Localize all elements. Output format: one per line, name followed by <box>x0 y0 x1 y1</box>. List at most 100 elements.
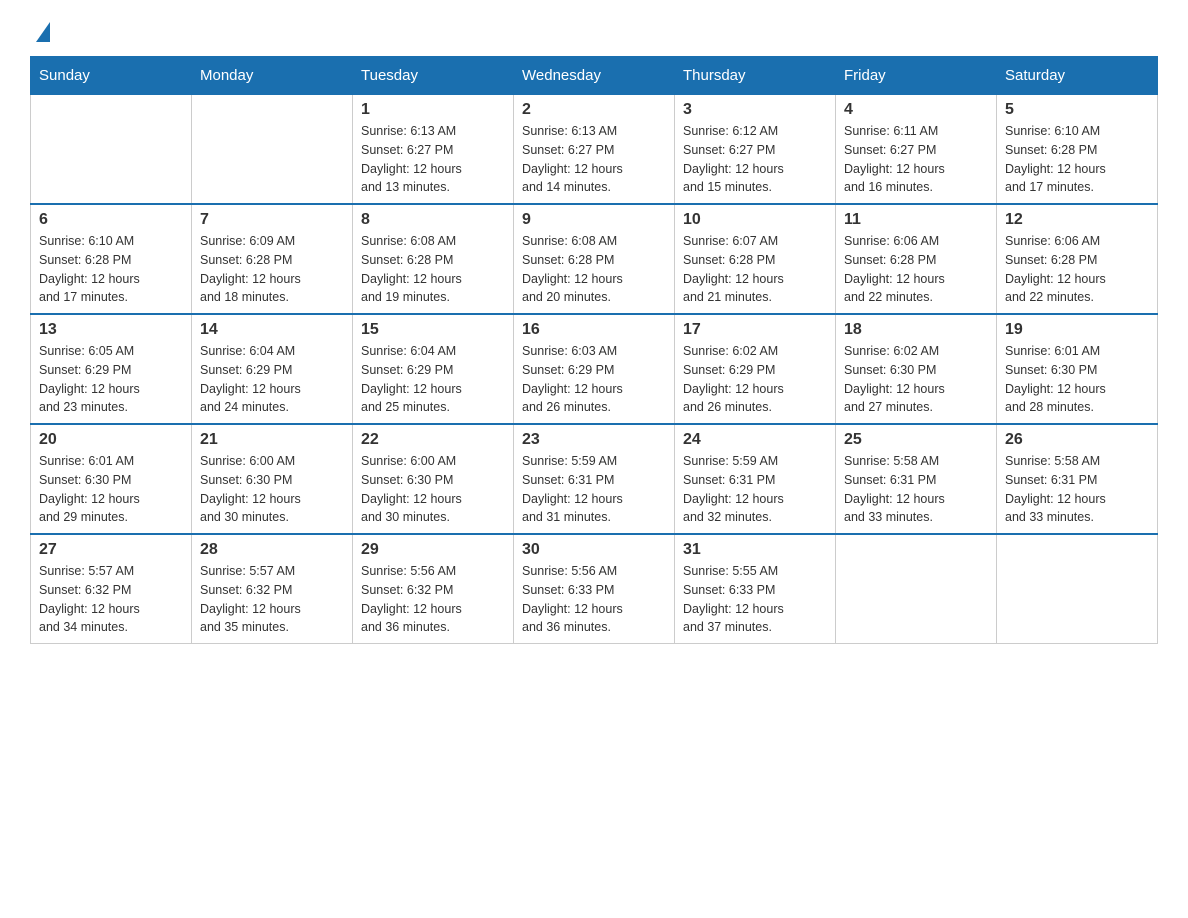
calendar-cell: 10 Sunrise: 6:07 AM Sunset: 6:28 PM Dayli… <box>675 204 836 314</box>
calendar-cell: 19 Sunrise: 6:01 AM Sunset: 6:30 PM Dayli… <box>997 314 1158 424</box>
day-number: 29 <box>361 541 505 559</box>
day-number: 4 <box>844 101 988 119</box>
day-info: Sunrise: 5:56 AM Sunset: 6:32 PM Dayligh… <box>361 562 505 637</box>
calendar-week-row: 1 Sunrise: 6:13 AM Sunset: 6:27 PM Daylig… <box>31 95 1158 205</box>
day-number: 21 <box>200 431 344 449</box>
day-info: Sunrise: 6:08 AM Sunset: 6:28 PM Dayligh… <box>522 232 666 307</box>
day-info: Sunrise: 5:55 AM Sunset: 6:33 PM Dayligh… <box>683 562 827 637</box>
day-number: 1 <box>361 101 505 119</box>
calendar-cell: 15 Sunrise: 6:04 AM Sunset: 6:29 PM Dayli… <box>353 314 514 424</box>
day-info: Sunrise: 6:06 AM Sunset: 6:28 PM Dayligh… <box>844 232 988 307</box>
calendar-cell: 5 Sunrise: 6:10 AM Sunset: 6:28 PM Daylig… <box>997 95 1158 205</box>
calendar-cell: 31 Sunrise: 5:55 AM Sunset: 6:33 PM Dayli… <box>675 534 836 644</box>
calendar-cell: 17 Sunrise: 6:02 AM Sunset: 6:29 PM Dayli… <box>675 314 836 424</box>
calendar-week-row: 6 Sunrise: 6:10 AM Sunset: 6:28 PM Daylig… <box>31 204 1158 314</box>
day-info: Sunrise: 5:58 AM Sunset: 6:31 PM Dayligh… <box>1005 452 1149 527</box>
calendar-week-row: 13 Sunrise: 6:05 AM Sunset: 6:29 PM Dayli… <box>31 314 1158 424</box>
calendar-cell: 23 Sunrise: 5:59 AM Sunset: 6:31 PM Dayli… <box>514 424 675 534</box>
calendar-cell: 16 Sunrise: 6:03 AM Sunset: 6:29 PM Dayli… <box>514 314 675 424</box>
calendar-cell: 21Sunrise: 6:00 AM Sunset: 6:30 PM Dayli… <box>192 424 353 534</box>
day-number: 6 <box>39 211 183 229</box>
day-number: 30 <box>522 541 666 559</box>
calendar-week-row: 20 Sunrise: 6:01 AM Sunset: 6:30 PM Dayli… <box>31 424 1158 534</box>
day-info: Sunrise: 5:59 AM Sunset: 6:31 PM Dayligh… <box>522 452 666 527</box>
day-info: Sunrise: 5:57 AM Sunset: 6:32 PM Dayligh… <box>200 562 344 637</box>
calendar-cell: 7Sunrise: 6:09 AM Sunset: 6:28 PM Daylig… <box>192 204 353 314</box>
weekday-header-monday: Monday <box>192 57 353 95</box>
day-info: Sunrise: 6:01 AM Sunset: 6:30 PM Dayligh… <box>1005 342 1149 417</box>
day-number: 20 <box>39 431 183 449</box>
day-info: Sunrise: 6:00 AM Sunset: 6:30 PM Dayligh… <box>361 452 505 527</box>
calendar-cell <box>836 534 997 644</box>
day-number: 31 <box>683 541 827 559</box>
weekday-header-saturday: Saturday <box>997 57 1158 95</box>
day-info: Sunrise: 6:06 AM Sunset: 6:28 PM Dayligh… <box>1005 232 1149 307</box>
day-number: 7 <box>200 211 344 229</box>
day-info: Sunrise: 5:56 AM Sunset: 6:33 PM Dayligh… <box>522 562 666 637</box>
weekday-header-tuesday: Tuesday <box>353 57 514 95</box>
calendar-cell: 3Sunrise: 6:12 AM Sunset: 6:27 PM Daylig… <box>675 95 836 205</box>
day-number: 10 <box>683 211 827 229</box>
day-number: 24 <box>683 431 827 449</box>
day-info: Sunrise: 6:01 AM Sunset: 6:30 PM Dayligh… <box>39 452 183 527</box>
calendar-table: SundayMondayTuesdayWednesdayThursdayFrid… <box>30 56 1158 644</box>
calendar-cell: 11Sunrise: 6:06 AM Sunset: 6:28 PM Dayli… <box>836 204 997 314</box>
calendar-cell: 13 Sunrise: 6:05 AM Sunset: 6:29 PM Dayli… <box>31 314 192 424</box>
weekday-header-row: SundayMondayTuesdayWednesdayThursdayFrid… <box>31 57 1158 95</box>
weekday-header-friday: Friday <box>836 57 997 95</box>
day-number: 13 <box>39 321 183 339</box>
day-info: Sunrise: 5:58 AM Sunset: 6:31 PM Dayligh… <box>844 452 988 527</box>
calendar-cell <box>192 95 353 205</box>
calendar-week-row: 27 Sunrise: 5:57 AM Sunset: 6:32 PM Dayli… <box>31 534 1158 644</box>
day-number: 3 <box>683 101 827 119</box>
day-number: 19 <box>1005 321 1149 339</box>
day-info: Sunrise: 6:04 AM Sunset: 6:29 PM Dayligh… <box>361 342 505 417</box>
calendar-cell: 30 Sunrise: 5:56 AM Sunset: 6:33 PM Dayli… <box>514 534 675 644</box>
calendar-cell: 27 Sunrise: 5:57 AM Sunset: 6:32 PM Dayli… <box>31 534 192 644</box>
page-header <box>30 20 1158 40</box>
weekday-header-thursday: Thursday <box>675 57 836 95</box>
calendar-cell: 4Sunrise: 6:11 AM Sunset: 6:27 PM Daylig… <box>836 95 997 205</box>
calendar-cell: 20 Sunrise: 6:01 AM Sunset: 6:30 PM Dayli… <box>31 424 192 534</box>
calendar-cell: 8Sunrise: 6:08 AM Sunset: 6:28 PM Daylig… <box>353 204 514 314</box>
day-info: Sunrise: 6:03 AM Sunset: 6:29 PM Dayligh… <box>522 342 666 417</box>
weekday-header-wednesday: Wednesday <box>514 57 675 95</box>
day-info: Sunrise: 6:13 AM Sunset: 6:27 PM Dayligh… <box>522 122 666 197</box>
day-number: 14 <box>200 321 344 339</box>
day-number: 17 <box>683 321 827 339</box>
calendar-cell: 28 Sunrise: 5:57 AM Sunset: 6:32 PM Dayli… <box>192 534 353 644</box>
calendar-cell: 12 Sunrise: 6:06 AM Sunset: 6:28 PM Dayli… <box>997 204 1158 314</box>
calendar-cell: 1 Sunrise: 6:13 AM Sunset: 6:27 PM Daylig… <box>353 95 514 205</box>
day-number: 26 <box>1005 431 1149 449</box>
day-number: 28 <box>200 541 344 559</box>
day-number: 8 <box>361 211 505 229</box>
calendar-cell: 18Sunrise: 6:02 AM Sunset: 6:30 PM Dayli… <box>836 314 997 424</box>
day-info: Sunrise: 6:05 AM Sunset: 6:29 PM Dayligh… <box>39 342 183 417</box>
calendar-cell: 29 Sunrise: 5:56 AM Sunset: 6:32 PM Dayli… <box>353 534 514 644</box>
calendar-cell: 25 Sunrise: 5:58 AM Sunset: 6:31 PM Dayli… <box>836 424 997 534</box>
day-number: 23 <box>522 431 666 449</box>
day-info: Sunrise: 6:10 AM Sunset: 6:28 PM Dayligh… <box>39 232 183 307</box>
day-info: Sunrise: 5:59 AM Sunset: 6:31 PM Dayligh… <box>683 452 827 527</box>
calendar-cell: 22Sunrise: 6:00 AM Sunset: 6:30 PM Dayli… <box>353 424 514 534</box>
logo-icon <box>36 22 50 42</box>
day-number: 9 <box>522 211 666 229</box>
calendar-cell: 26 Sunrise: 5:58 AM Sunset: 6:31 PM Dayli… <box>997 424 1158 534</box>
day-info: Sunrise: 5:57 AM Sunset: 6:32 PM Dayligh… <box>39 562 183 637</box>
day-info: Sunrise: 6:13 AM Sunset: 6:27 PM Dayligh… <box>361 122 505 197</box>
day-info: Sunrise: 6:02 AM Sunset: 6:29 PM Dayligh… <box>683 342 827 417</box>
calendar-cell: 6 Sunrise: 6:10 AM Sunset: 6:28 PM Daylig… <box>31 204 192 314</box>
day-info: Sunrise: 6:10 AM Sunset: 6:28 PM Dayligh… <box>1005 122 1149 197</box>
day-number: 5 <box>1005 101 1149 119</box>
calendar-cell: 9 Sunrise: 6:08 AM Sunset: 6:28 PM Daylig… <box>514 204 675 314</box>
calendar-cell: 24 Sunrise: 5:59 AM Sunset: 6:31 PM Dayli… <box>675 424 836 534</box>
calendar-cell: 14Sunrise: 6:04 AM Sunset: 6:29 PM Dayli… <box>192 314 353 424</box>
day-number: 25 <box>844 431 988 449</box>
day-number: 27 <box>39 541 183 559</box>
day-info: Sunrise: 6:07 AM Sunset: 6:28 PM Dayligh… <box>683 232 827 307</box>
day-number: 15 <box>361 321 505 339</box>
day-number: 16 <box>522 321 666 339</box>
logo <box>30 20 54 40</box>
calendar-cell: 2Sunrise: 6:13 AM Sunset: 6:27 PM Daylig… <box>514 95 675 205</box>
day-number: 12 <box>1005 211 1149 229</box>
